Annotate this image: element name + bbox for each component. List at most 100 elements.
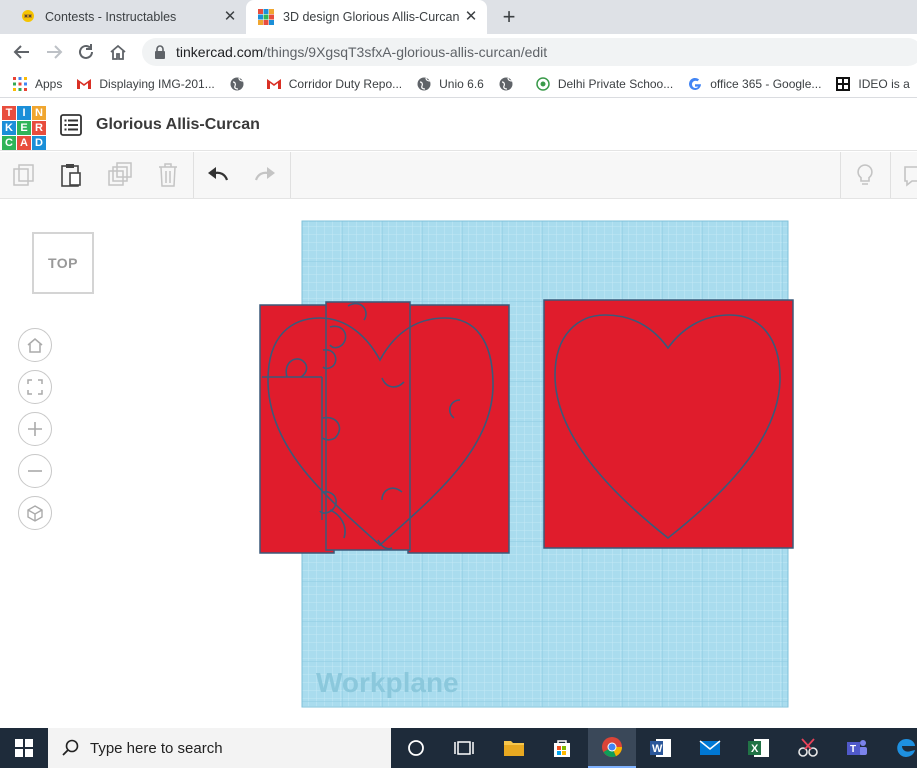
toolbar-divider	[193, 152, 194, 198]
logo-letter: T	[2, 106, 16, 120]
bookmark-corridor-duty[interactable]: Corridor Duty Repo...	[266, 76, 402, 92]
undo-icon[interactable]	[203, 160, 233, 190]
file-explorer-icon[interactable]	[490, 728, 538, 768]
teams-icon[interactable]: T	[833, 728, 881, 768]
zoom-in-icon[interactable]	[18, 412, 52, 446]
bookmark-label: IDEO is a	[858, 77, 909, 91]
fit-view-icon[interactable]	[18, 370, 52, 404]
new-tab-button[interactable]: +	[497, 6, 521, 28]
logo-letter: C	[2, 136, 16, 150]
edge-icon[interactable]	[882, 728, 917, 768]
bookmark-office365[interactable]: office 365 - Google...	[687, 76, 821, 92]
svg-text:T: T	[850, 744, 856, 755]
instructables-robot-icon	[20, 9, 36, 25]
tab-title: Contests - Instructables	[45, 10, 225, 24]
lock-icon	[154, 45, 166, 59]
paste-icon[interactable]	[56, 160, 86, 190]
url-text: tinkercad.com/things/9XgsqT3sfxA-gloriou…	[176, 44, 547, 60]
svg-text:W: W	[652, 743, 663, 755]
mail-icon[interactable]	[686, 728, 734, 768]
gmail-icon	[266, 76, 282, 92]
navigation-bar: tinkercad.com/things/9XgsqT3sfxA-gloriou…	[0, 34, 917, 70]
bookmark-label: Displaying IMG-201...	[99, 77, 214, 91]
duplicate-icon[interactable]	[105, 160, 135, 190]
edit-toolbar	[0, 152, 917, 199]
logo-letter: K	[2, 121, 16, 135]
url-host: tinkercad.com	[176, 44, 263, 60]
cortana-icon[interactable]	[392, 728, 440, 768]
globe-icon	[229, 76, 245, 92]
toolbar-divider	[290, 152, 291, 198]
tinkercad-logo[interactable]: T I N K E R C A D	[2, 106, 46, 150]
design-list-icon[interactable]	[60, 114, 82, 136]
logo-letter: R	[32, 121, 46, 135]
excel-icon[interactable]: X	[735, 728, 783, 768]
close-tab-icon[interactable]: ✕	[463, 9, 479, 25]
bookmark-globe-2[interactable]	[498, 76, 521, 92]
view-cube-top[interactable]: TOP	[32, 232, 94, 294]
workplane-label: Workplane	[316, 667, 459, 698]
lightbulb-icon[interactable]	[850, 160, 880, 190]
bookmark-label: Delhi Private Schoo...	[558, 77, 673, 91]
tab-contests[interactable]: Contests - Instructables ✕	[12, 0, 246, 34]
heart-box-shape[interactable]	[544, 300, 793, 548]
bookmark-globe-1[interactable]	[229, 76, 252, 92]
close-tab-icon[interactable]: ✕	[222, 9, 238, 25]
home-view-icon[interactable]	[18, 328, 52, 362]
design-canvas[interactable]: Workplane TOP	[0, 200, 917, 728]
globe-icon	[498, 76, 514, 92]
apps-grid-icon	[12, 76, 28, 92]
google-icon	[687, 76, 703, 92]
redo-icon[interactable]	[250, 160, 280, 190]
bookmark-unio[interactable]: Unio 6.6	[416, 76, 484, 92]
delete-trash-icon[interactable]	[153, 160, 183, 190]
tab-strip: Contests - Instructables ✕ 3D design Glo…	[0, 0, 917, 34]
puzzle-heart-shape[interactable]	[260, 302, 509, 553]
school-icon	[535, 76, 551, 92]
microsoft-store-icon[interactable]	[538, 728, 586, 768]
gmail-icon	[76, 76, 92, 92]
home-icon[interactable]	[106, 40, 130, 64]
snipping-tool-icon[interactable]	[784, 728, 832, 768]
bookmark-delhi-school[interactable]: Delhi Private Schoo...	[535, 76, 673, 92]
tab-tinkercad[interactable]: 3D design Glorious Allis-Curcan | ✕	[246, 0, 487, 34]
globe-icon	[416, 76, 432, 92]
url-path: /things/9XgsqT3sfxA-glorious-allis-curca…	[263, 44, 547, 60]
windows-start-icon[interactable]	[0, 728, 48, 768]
toolbar-divider	[890, 152, 891, 198]
forward-arrow-icon[interactable]	[42, 40, 66, 64]
ideo-icon	[835, 76, 851, 92]
tinkercad-favicon-icon	[258, 9, 274, 25]
workplane-scene[interactable]: Workplane	[0, 200, 917, 728]
logo-letter: D	[32, 136, 46, 150]
bookmark-displaying-img[interactable]: Displaying IMG-201...	[76, 76, 214, 92]
tab-title: 3D design Glorious Allis-Curcan |	[283, 10, 463, 24]
bookmark-label: Unio 6.6	[439, 77, 484, 91]
logo-letter: I	[17, 106, 31, 120]
task-view-icon[interactable]	[440, 728, 488, 768]
bookmarks-bar: Apps Displaying IMG-201... Corridor Duty…	[0, 70, 917, 98]
address-bar[interactable]: tinkercad.com/things/9XgsqT3sfxA-gloriou…	[142, 38, 917, 66]
bookmark-apps[interactable]: Apps	[12, 76, 62, 92]
logo-letter: E	[17, 121, 31, 135]
copy-icon[interactable]	[9, 160, 39, 190]
search-icon	[62, 739, 80, 757]
back-arrow-icon[interactable]	[10, 40, 34, 64]
design-title[interactable]: Glorious Allis-Curcan	[96, 116, 260, 134]
taskbar-search-box[interactable]: Type here to search	[48, 728, 391, 768]
search-placeholder: Type here to search	[90, 740, 223, 757]
logo-letter: A	[17, 136, 31, 150]
zoom-out-icon[interactable]	[18, 454, 52, 488]
bookmark-label: office 365 - Google...	[710, 77, 821, 91]
toolbar-divider	[840, 152, 841, 198]
perspective-cube-icon[interactable]	[18, 496, 52, 530]
word-icon[interactable]: W	[637, 728, 685, 768]
notes-icon[interactable]	[898, 160, 917, 190]
bookmark-ideo[interactable]: IDEO is a	[835, 76, 909, 92]
chrome-icon[interactable]	[588, 728, 636, 768]
reload-icon[interactable]	[74, 40, 98, 64]
bookmark-label: Apps	[35, 77, 62, 91]
bookmark-label: Corridor Duty Repo...	[289, 77, 402, 91]
svg-text:X: X	[751, 743, 759, 755]
windows-taskbar: Type here to search W X T	[0, 728, 917, 768]
